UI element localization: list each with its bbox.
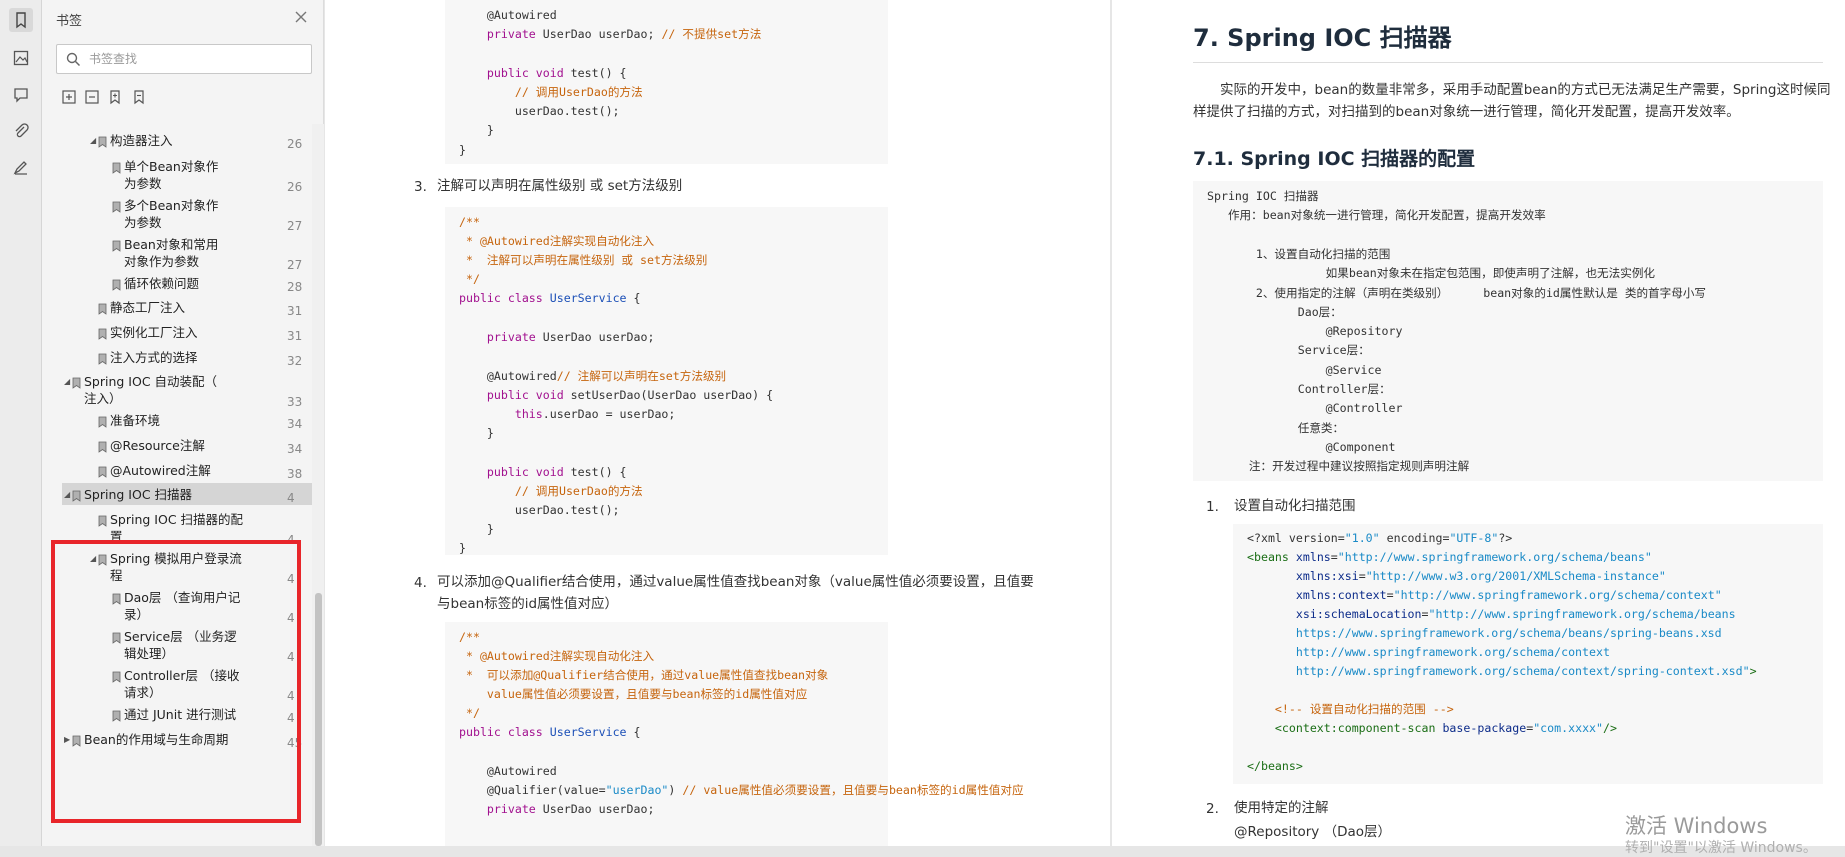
bookmark-icon xyxy=(72,489,81,502)
collapse-all-icon[interactable] xyxy=(83,88,101,106)
bookmark-icon xyxy=(112,278,121,291)
list-item-4-text-line1: 可以添加@Qualifier结合使用，通过value属性值查找bean对象（va… xyxy=(437,574,1034,590)
bookmark-label: Bean对象和常用 对象作为参数 xyxy=(124,237,219,269)
bookmark-label: 构造器注入 xyxy=(110,133,173,148)
bookmark-page-number: 26 xyxy=(287,137,303,151)
bookmark-icon xyxy=(98,514,107,527)
document-page-left: @Autowired private UserDao userDao; // 不… xyxy=(325,0,1110,846)
subsection-heading: 7.1. Spring IOC 扫描器的配置 xyxy=(1193,148,1476,170)
left-tool-rail xyxy=(0,0,42,846)
bookmark-label: 多个Bean对象作 为参数 xyxy=(124,198,219,230)
bookmark-icon xyxy=(98,327,107,340)
windows-activation-watermark: 激活 Windows xyxy=(1625,814,1768,838)
bookmark-search-field[interactable] xyxy=(56,44,312,74)
bookmark-icon xyxy=(98,302,107,315)
document-page-right: 7. Spring IOC 扫描器 实际的开发中，bean的数量非常多，采用手动… xyxy=(1112,0,1845,846)
step-number-1: 1. xyxy=(1206,499,1219,515)
bookmark-icon xyxy=(98,415,107,428)
summary-line: @Controller xyxy=(1207,401,1403,416)
collapse-triangle-icon[interactable]: ◢ xyxy=(64,490,72,500)
bookmark-page-number: 38 xyxy=(287,467,303,481)
step-1-text: 设置自动化扫描范围 xyxy=(1234,498,1356,514)
collapse-triangle-icon[interactable]: ◢ xyxy=(64,377,72,387)
summary-line: 任意类： xyxy=(1207,420,1345,435)
bookmark-label: 实例化工厂注入 xyxy=(110,325,198,340)
code-block-xml-config: <?xml version="1.0" encoding="UTF-8"?> <b… xyxy=(1233,524,1823,784)
bookmark-page-number: 31 xyxy=(287,304,303,318)
heading-divider xyxy=(1193,62,1823,63)
list-number-3: 3. xyxy=(414,179,427,195)
bookmark-label: 静态工厂注入 xyxy=(110,300,186,315)
bookmark-search-input[interactable] xyxy=(87,49,302,69)
summary-line: 作用：bean对象统一进行管理，简化开发配置，提高开发效率 xyxy=(1207,208,1546,223)
bookmark-page-number: 4 xyxy=(287,491,295,505)
add-bookmark-icon[interactable] xyxy=(106,88,124,106)
delete-bookmark-icon[interactable] xyxy=(130,88,148,106)
bookmark-icon xyxy=(98,465,107,478)
intro-line-2: 样提供了扫描的方式，对扫描到的bean对象统一进行管理，简化开发配置，提高开发效… xyxy=(1193,104,1740,120)
bookmark-icon xyxy=(112,239,121,252)
expand-all-icon[interactable] xyxy=(60,88,78,106)
code-block-usercontroller-tail: @Autowired private UserDao userDao; // 不… xyxy=(445,0,888,164)
close-icon[interactable] xyxy=(292,8,310,26)
signature-icon[interactable] xyxy=(9,156,33,180)
bookmark-icon xyxy=(112,200,121,213)
step-2-subtext: @Repository （Dao层） xyxy=(1234,824,1392,840)
intro-line-1: 实际的开发中，bean的数量非常多，采用手动配置bean的方式已无法满足生产需要… xyxy=(1220,82,1831,98)
bookmark-icon xyxy=(72,376,81,389)
section-heading: 7. Spring IOC 扫描器 xyxy=(1193,24,1452,52)
bookmark-page-number: 32 xyxy=(287,354,303,368)
list-item-4-text-line2: 与bean标签的id属性值对应） xyxy=(437,596,619,612)
code-block-setter-injection: /** * @Autowired注解实现自动化注入 * 注解可以声明在属性级别 … xyxy=(445,207,888,555)
bookmark-page-number: 28 xyxy=(287,280,303,294)
windows-activation-subtext: 转到"设置"以激活 Windows。 xyxy=(1625,840,1817,856)
bookmark-label: 循环依赖问题 xyxy=(124,276,200,291)
attachment-icon[interactable] xyxy=(9,119,33,143)
step-number-2: 2. xyxy=(1206,801,1219,817)
bookmark-label: @Autowired注解 xyxy=(110,463,211,478)
bookmark-label: Spring IOC 自动装配（ 注入） xyxy=(84,374,218,406)
bookmark-icon xyxy=(98,135,107,148)
list-item-3-text: 注解可以声明在属性级别 或 set方法级别 xyxy=(437,178,683,194)
summary-line: Spring IOC 扫描器 xyxy=(1207,189,1319,203)
bookmark-label: 注入方式的选择 xyxy=(110,350,198,365)
summary-line: 1、设置自动化扫描的范围 xyxy=(1207,246,1391,261)
panel-title: 书签 xyxy=(56,14,83,29)
summary-line: 注：开发过程中建议按照指定规则声明注解 xyxy=(1207,459,1470,474)
search-icon xyxy=(66,52,81,67)
intro-paragraph: 实际的开发中，bean的数量非常多，采用手动配置bean的方式已无法满足生产需要… xyxy=(1193,79,1833,123)
comment-icon[interactable] xyxy=(9,83,33,107)
summary-line: 2、使用指定的注解（声明在类级别） bean对象的id属性默认是 类的首字母小写 xyxy=(1207,285,1707,300)
bookmark-icon xyxy=(98,352,107,365)
list-number-4: 4. xyxy=(414,575,427,591)
bookmark-page-number: 27 xyxy=(287,219,303,233)
summary-line: Service层： xyxy=(1207,343,1370,358)
code-block-scanner-summary: Spring IOC 扫描器 作用：bean对象统一进行管理，简化开发配置，提高… xyxy=(1193,181,1823,481)
thumbnail-icon[interactable] xyxy=(9,46,33,70)
bookmark-page-number: 31 xyxy=(287,329,303,343)
summary-line: @Repository xyxy=(1207,324,1403,339)
bookmark-page-number: 33 xyxy=(287,395,303,409)
bookmark-page-number: 34 xyxy=(287,442,303,456)
code-block-qualifier: /** * @Autowired注解实现自动化注入 * 可以添加@Qualifi… xyxy=(445,622,1024,846)
summary-line: Dao层： xyxy=(1207,304,1342,319)
collapse-triangle-icon[interactable]: ◢ xyxy=(90,136,98,146)
summary-line: 如果bean对象未在指定包范围，即使声明了注解，也无法实例化 xyxy=(1207,266,1656,281)
bookmark-page-number: 34 xyxy=(287,417,303,431)
bookmark-scrollbar-thumb[interactable] xyxy=(315,593,322,846)
bookmark-panel-icon[interactable] xyxy=(9,8,33,32)
bookmark-icon xyxy=(98,440,107,453)
summary-line: @Service xyxy=(1207,362,1382,377)
red-highlight-annotation xyxy=(51,540,301,823)
summary-line: Controller层： xyxy=(1207,382,1391,396)
bookmark-page-number: 27 xyxy=(287,258,303,272)
bookmark-label: @Resource注解 xyxy=(110,438,205,453)
step-2-text: 使用特定的注解 xyxy=(1234,800,1329,816)
bookmark-page-number: 26 xyxy=(287,180,303,194)
bookmark-icon xyxy=(112,161,121,174)
summary-line: @Component xyxy=(1207,439,1396,454)
bookmark-label: 准备环境 xyxy=(110,413,161,428)
bookmark-label: 单个Bean对象作 为参数 xyxy=(124,159,219,191)
bookmark-label: Spring IOC 扫描器 xyxy=(84,487,193,502)
